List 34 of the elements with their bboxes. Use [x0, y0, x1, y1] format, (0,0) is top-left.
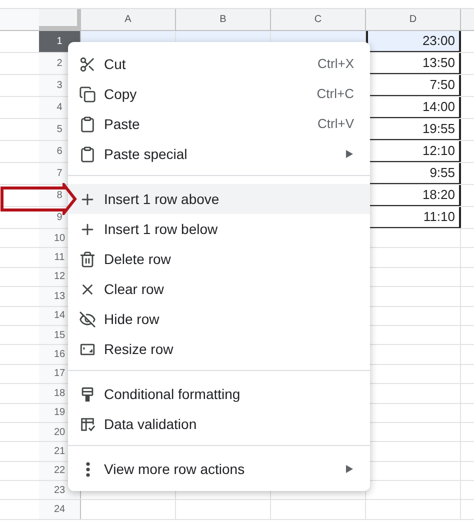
shortcut-label: Ctrl+C: [316, 85, 354, 104]
menu-label: Cut: [104, 54, 126, 74]
menu-label: Paste: [104, 114, 140, 134]
eye-off-icon: [79, 310, 96, 328]
shortcut-label: Ctrl+V: [318, 115, 354, 134]
menu-label: View more row actions: [104, 460, 245, 478]
column-header[interactable]: C: [271, 9, 366, 30]
row-header[interactable]: 24: [39, 500, 81, 519]
menu-label: Paste special: [104, 144, 188, 164]
table-check-icon: [79, 416, 96, 432]
paint-roller-icon: [79, 386, 96, 402]
menu-label: Conditional formatting: [104, 384, 240, 404]
corner-header[interactable]: [39, 9, 81, 30]
column-header[interactable]: [461, 9, 474, 30]
shortcut-label: Ctrl+X: [318, 55, 354, 74]
menu-label: Clear row: [104, 280, 164, 298]
table-cell: 23:00: [366, 31, 461, 52]
menu-label: Hide row: [104, 310, 160, 328]
menu-label: Delete row: [104, 250, 171, 268]
clipboard-icon: [79, 116, 96, 132]
more-icon: [86, 462, 90, 476]
menu-label: Copy: [104, 84, 137, 104]
clipboard-icon: [79, 146, 96, 162]
menu-label: Data validation: [104, 414, 197, 434]
scissors-icon: [79, 56, 96, 72]
column-header[interactable]: B: [176, 9, 271, 30]
menu-label: Resize row: [104, 340, 174, 358]
copy-icon: [79, 86, 96, 102]
column-header[interactable]: D: [366, 9, 461, 30]
menu-label: Insert 1 row above: [104, 190, 220, 208]
trash-icon: [79, 250, 96, 268]
column-header[interactable]: A: [81, 9, 176, 30]
menu-label: Insert 1 row below: [104, 220, 218, 238]
menu-item[interactable]: Insert 1 row above: [68, 184, 370, 214]
